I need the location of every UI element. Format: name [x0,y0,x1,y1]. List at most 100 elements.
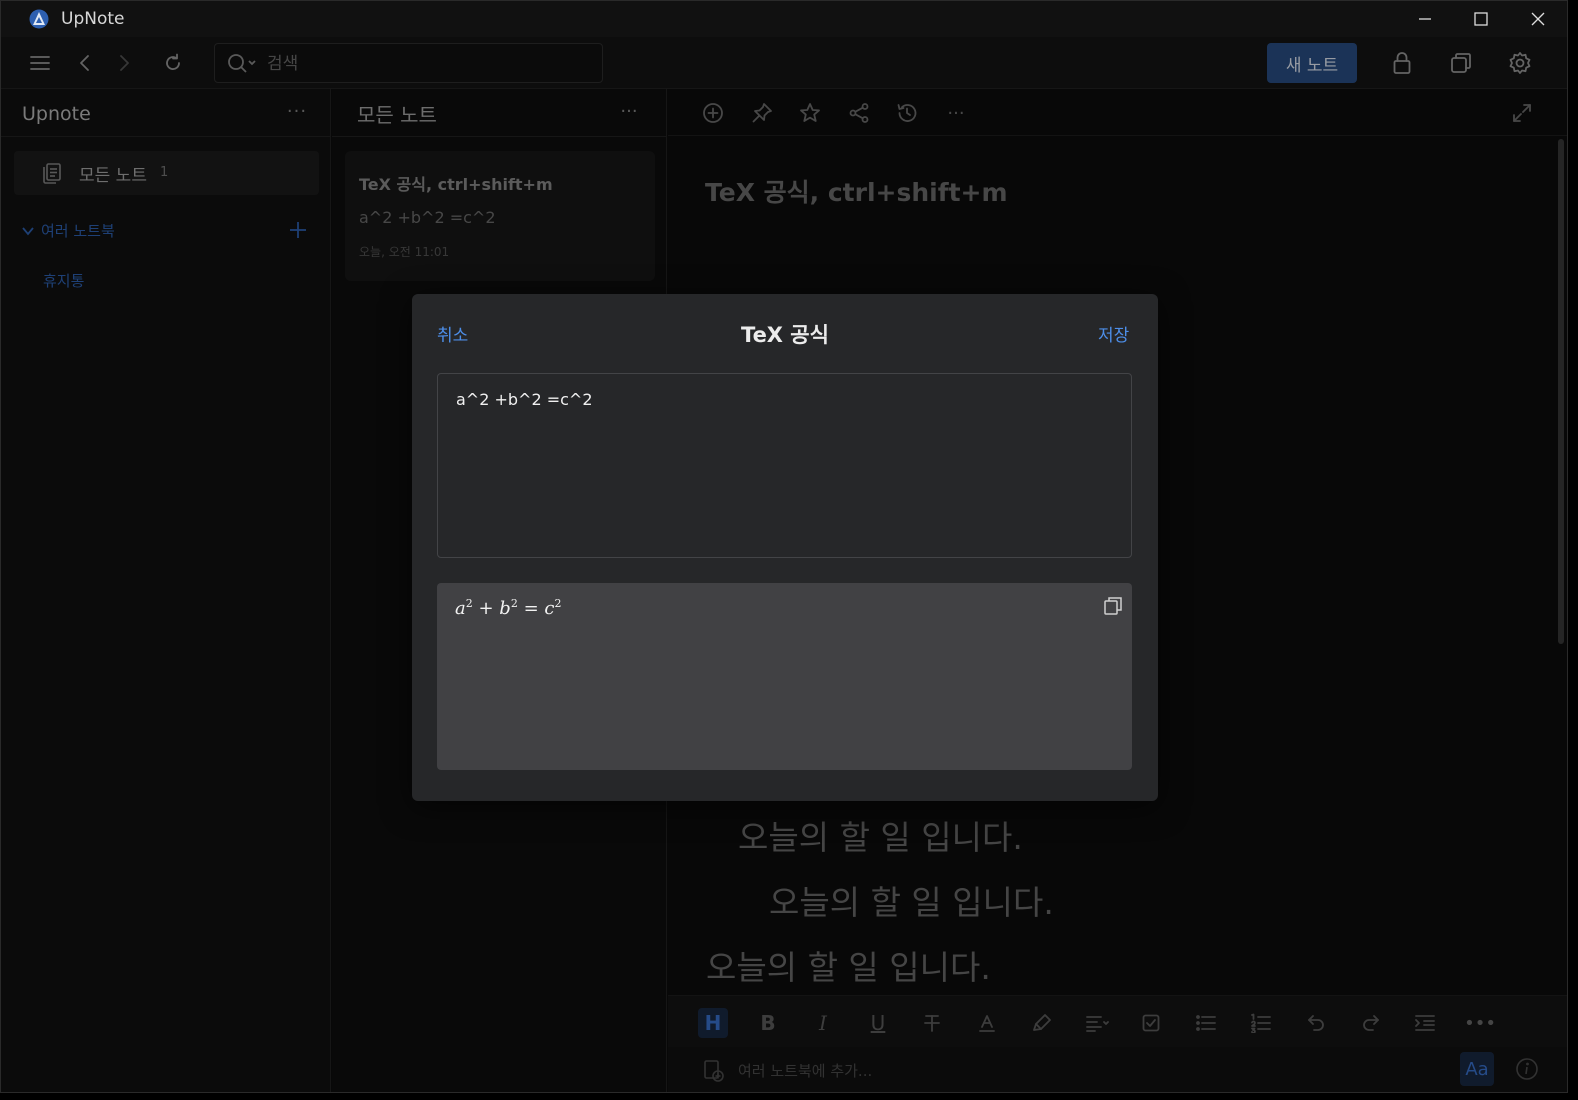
favorite-button[interactable] [796,99,824,127]
add-to-notebook-icon [704,1060,724,1082]
highlighter-icon [1033,1014,1051,1031]
menu-button[interactable] [26,49,54,77]
note-card-date: 오늘, 오전 11:01 [359,245,450,259]
new-window-button[interactable] [1447,49,1475,77]
sidebar: Upnote ··· 모든 노트 1 여러 노트북 휴지통 [1,89,331,1092]
refresh-button[interactable] [159,49,187,77]
info-icon[interactable] [1515,1057,1539,1081]
underline-button[interactable]: U [863,1008,893,1038]
editor-more-button[interactable]: ··· [942,99,970,127]
add-to-notebook-link[interactable]: 여러 노트북에 추가... [738,1060,872,1081]
sidebar-item-notebooks[interactable]: 여러 노트북 [21,220,115,241]
maximize-button[interactable] [1453,1,1509,37]
add-button[interactable] [699,99,727,127]
copy-button[interactable] [1102,595,1124,617]
window-copy-icon [1451,53,1471,73]
rendered-formula: a2 + b2 = c2 [455,597,561,619]
divider [1,136,331,137]
formula-plus: + [478,598,494,619]
copy-icon [1104,597,1122,615]
search-input[interactable] [267,52,587,76]
back-button[interactable] [71,49,99,77]
expand-icon [1513,104,1531,122]
note-list-more-button[interactable]: ··· [615,101,643,125]
undo-button[interactable] [1301,1008,1331,1038]
lock-button[interactable] [1388,49,1416,77]
editor-text-line[interactable]: 오늘의 할 일 입니다. [738,811,1023,859]
sidebar-more-button[interactable]: ··· [283,101,311,125]
sidebar-item-trash[interactable]: 휴지통 [43,270,84,291]
star-icon [800,103,820,122]
numbered-list-button[interactable] [1246,1008,1276,1038]
note-list-title: 모든 노트 [357,103,437,127]
dialog-title: TeX 공식 [741,323,829,347]
pin-button[interactable] [748,99,776,127]
editor-text-line[interactable]: 오늘의 할 일 입니다. [706,941,991,989]
strikethrough-icon [924,1015,940,1032]
align-left-icon [1086,1016,1109,1032]
editor-footer: 여러 노트북에 추가... Aa [668,1047,1567,1092]
text-color-button[interactable] [972,1008,1002,1038]
italic-button[interactable]: I [808,1008,838,1038]
app-window: UpNote 새 노트 [0,0,1568,1093]
formula-exponent: 2 [465,597,473,610]
search-box [214,43,603,83]
chevron-down-icon [22,226,34,235]
share-button[interactable] [845,99,873,127]
checklist-button[interactable] [1136,1008,1166,1038]
highlight-button[interactable] [1027,1008,1057,1038]
font-settings-button[interactable]: Aa [1460,1052,1494,1086]
numbered-list-icon [1251,1013,1271,1033]
format-more-button[interactable]: ••• [1464,1008,1496,1038]
save-button[interactable]: 저장 [1098,321,1129,346]
fullscreen-button[interactable] [1508,99,1536,127]
bullet-list-button[interactable] [1191,1008,1221,1038]
note-list-item[interactable]: TeX 공식, ctrl+shift+m a^2 +b^2 =c^2 오늘, 오… [345,151,655,281]
formula-exponent: 2 [554,597,562,610]
title-bar: UpNote [1,1,1567,37]
formula-var-a: a [455,598,466,619]
close-icon [1531,12,1545,26]
main-toolbar: 새 노트 [1,37,1567,89]
formula-equals: = [523,598,539,619]
plus-icon [290,222,306,238]
hamburger-icon [30,56,50,70]
tex-formula-dialog: 취소 TeX 공식 저장 a2 + b2 = c2 [412,294,1158,801]
bullet-list-icon [1196,1015,1216,1031]
history-button[interactable] [893,99,921,127]
refresh-icon [166,53,180,70]
sidebar-item-label: 여러 노트북 [41,222,115,240]
bold-button[interactable]: B [753,1008,783,1038]
formula-var-c: c [544,598,555,619]
heading-button[interactable]: H [698,1008,728,1038]
upnote-logo-icon [29,9,49,29]
align-button[interactable] [1082,1008,1112,1038]
settings-button[interactable] [1506,49,1534,77]
text-color-icon [979,1015,995,1032]
forward-button[interactable] [110,49,138,77]
editor-toolbar: ··· [668,89,1567,136]
lock-icon [1393,52,1411,74]
plus-circle-icon [703,103,723,123]
checkbox-icon [1142,1014,1160,1032]
minimize-button[interactable] [1397,1,1453,37]
tex-input[interactable] [437,373,1132,558]
notes-icon [43,163,61,184]
editor-text-line[interactable]: 오늘의 할 일 입니다. [769,876,1054,924]
editor-scrollbar[interactable] [1558,139,1564,644]
add-notebook-button[interactable] [287,219,309,241]
minimize-icon [1419,18,1431,20]
note-title[interactable]: TeX 공식, ctrl+shift+m [705,173,1008,209]
formula-preview: a2 + b2 = c2 [437,583,1132,770]
redo-button[interactable] [1356,1008,1386,1038]
indent-button[interactable] [1410,1008,1440,1038]
history-icon [897,104,917,122]
strikethrough-button[interactable] [917,1008,947,1038]
note-card-preview: a^2 +b^2 =c^2 [359,208,496,227]
close-window-button[interactable] [1510,1,1566,37]
note-card-title: TeX 공식, ctrl+shift+m [359,175,553,194]
pin-icon [752,103,772,123]
new-note-button[interactable]: 새 노트 [1267,43,1357,83]
undo-icon [1308,1015,1324,1031]
sidebar-item-all-notes[interactable]: 모든 노트 1 [14,151,319,195]
